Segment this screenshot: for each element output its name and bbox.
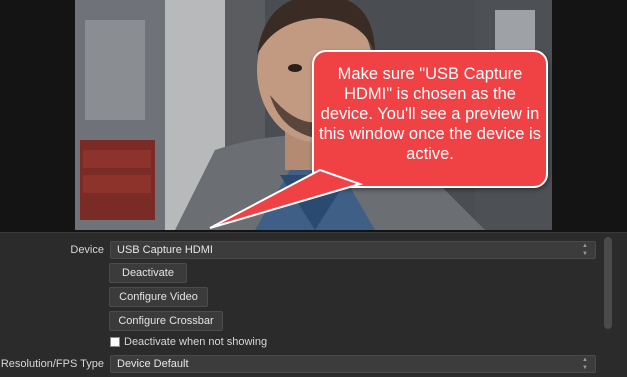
callout-pointer	[209, 168, 364, 229]
callout-text: Make sure "USB Capture HDMI" is chosen a…	[319, 65, 541, 163]
